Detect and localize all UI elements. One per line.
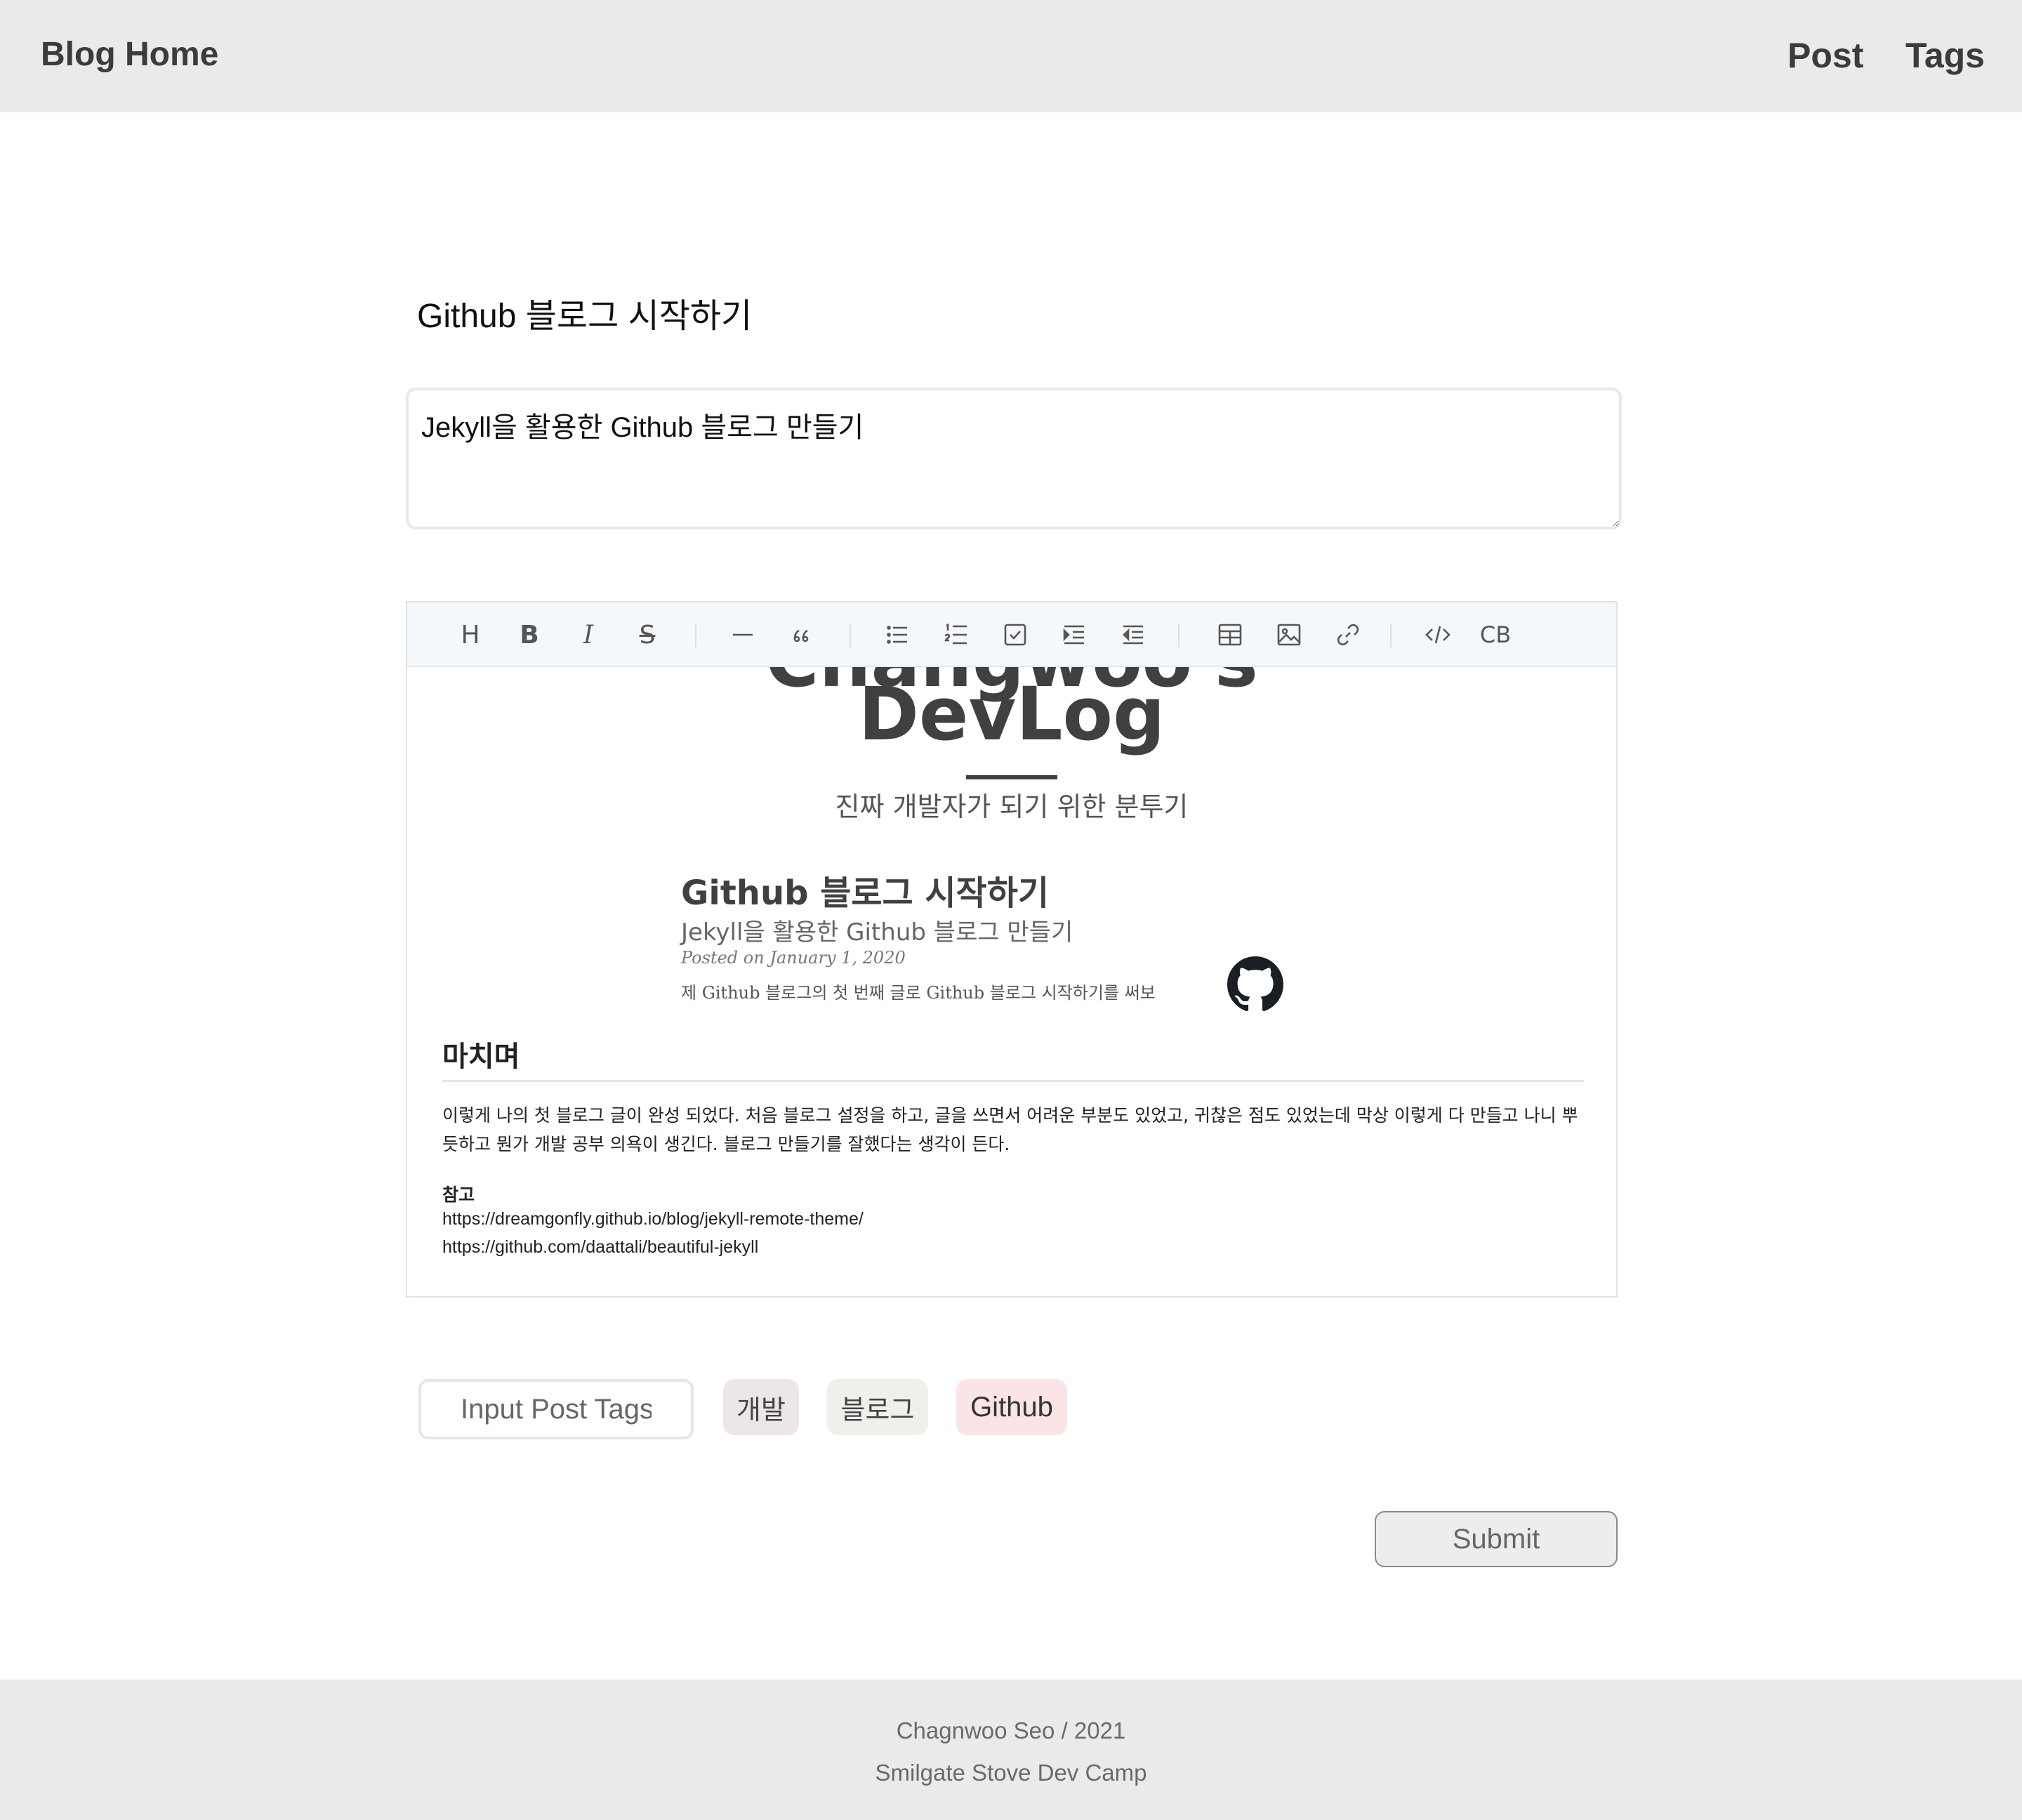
blog-home-link[interactable]: Blog Home [41,35,218,74]
footer-org: Smilgate Stove Dev Camp [875,1760,1147,1786]
tag-input[interactable] [418,1379,694,1439]
bullet-list-button[interactable] [878,615,917,654]
strike-button[interactable]: S [628,615,667,654]
ordered-list-icon [944,623,967,645]
code-block-icon: CB [1479,621,1512,648]
preview-post-subtitle: Jekyll을 활용한 Github 블로그 만들기 [681,918,1073,947]
editor-preview[interactable]: Changwoo's DevLog 진짜 개발자가 되기 위한 분투기 Gith… [407,667,1616,1296]
preview-section-heading: 마치며 [442,1041,520,1073]
reference-link[interactable]: https://dreamgonfly.github.io/blog/jekyl… [442,1209,864,1229]
strikethrough-icon: S [639,620,656,649]
editor-toolbar: H B I S CB [407,602,1616,667]
italic-button[interactable]: I [569,615,608,654]
image-button[interactable] [1269,615,1309,654]
outdent-button[interactable] [1114,615,1153,654]
checkbox-icon [1004,624,1026,646]
code-block-button[interactable]: CB [1476,615,1515,654]
markdown-editor: H B I S CB DevLog 진짜 개발자가 되기 위한 분투기 Gith… [406,601,1618,1298]
link-icon [1337,624,1359,646]
nav-tags-link[interactable]: Tags [1905,35,1985,76]
post-title-input[interactable] [406,281,1613,344]
indent-icon [1063,625,1084,645]
table-icon [1218,624,1242,646]
hero-divider [966,775,1057,779]
bullet-list-icon [887,626,907,644]
reference-link[interactable]: https://github.com/daattali/beautiful-je… [442,1237,758,1258]
heading-button[interactable]: H [451,615,490,654]
toolbar-divider [1178,624,1180,647]
post-subtitle-textarea[interactable]: Jekyll을 활용한 Github 블로그 만들기 [406,388,1622,529]
link-button[interactable] [1328,615,1368,654]
code-button[interactable] [1418,615,1458,654]
preview-post-meta: Posted on January 1, 2020 [681,948,906,968]
ordered-list-button[interactable] [937,615,976,654]
hero-title: DevLog [858,671,1165,757]
submit-button[interactable]: Submit [1375,1511,1618,1567]
table-button[interactable] [1210,615,1250,654]
horizontal-rule-icon [733,633,753,636]
site-header: Blog Home Post Tags [0,0,2022,112]
tag-chip[interactable]: Github [956,1379,1067,1435]
preview-post-excerpt: 제 Github 블로그의 첫 번째 글로 Github 블로그 시작하기를 써… [681,983,1156,1003]
preview-reference-heading: 참고 [442,1185,475,1205]
bold-button[interactable]: B [510,615,549,654]
heading-icon: H [461,620,480,649]
toolbar-divider [695,624,696,647]
github-icon [1227,956,1283,1012]
indent-button[interactable] [1055,615,1094,654]
preview-paragraph: 이렇게 나의 첫 블로그 글이 완성 되었다. 처음 블로그 설정을 하고, 글… [442,1105,1578,1154]
code-icon [1425,626,1451,644]
hero-subtitle: 진짜 개발자가 되기 위한 분투기 [835,791,1189,822]
task-list-button[interactable] [996,615,1035,654]
site-footer: Chagnwoo Seo / 2021 Smilgate Stove Dev C… [0,1680,2022,1820]
italic-icon: I [583,620,594,649]
preview-section-divider [442,1080,1584,1082]
bold-icon: B [520,620,539,649]
toolbar-divider [850,624,851,647]
quote-icon [793,629,809,642]
preview-post-title: Github 블로그 시작하기 [681,873,1050,913]
nav-post-link[interactable]: Post [1788,35,1863,76]
outdent-icon [1123,625,1143,645]
footer-author: Chagnwoo Seo / 2021 [896,1717,1126,1743]
image-icon [1277,624,1301,646]
tag-chip[interactable]: 블로그 [827,1379,928,1435]
toolbar-divider [1390,624,1392,647]
tag-chip[interactable]: 개발 [723,1379,799,1435]
quote-button[interactable] [782,615,821,654]
horizontal-rule-button[interactable] [723,615,762,654]
